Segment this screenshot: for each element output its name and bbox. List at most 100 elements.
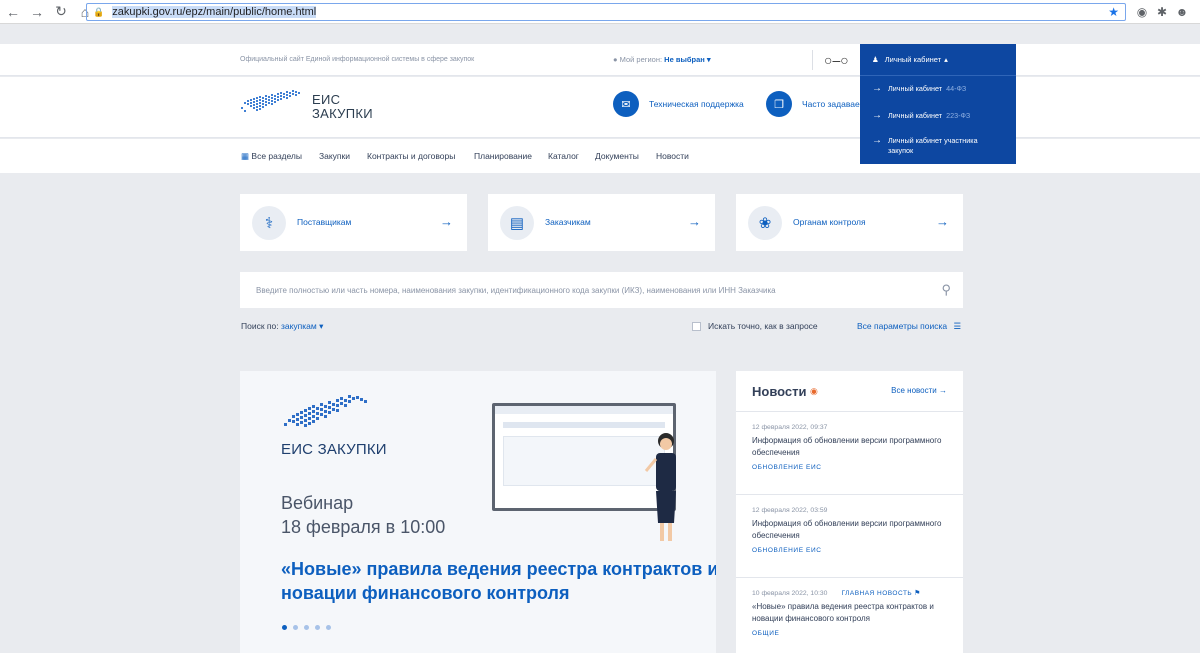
menu-item-catalog[interactable]: Каталог <box>548 151 579 161</box>
carousel-dot[interactable] <box>304 625 309 630</box>
site-note: Официальный сайт Единой информационной с… <box>240 56 475 63</box>
handshake-icon: ⚕ <box>252 206 286 240</box>
top-info-bar: Официальный сайт Единой информационной с… <box>0 44 1200 76</box>
mail-icon[interactable]: ✉ <box>613 91 639 117</box>
menu-item-documents[interactable]: Документы <box>595 151 639 161</box>
cabinet-item-223[interactable]: → Личный кабинет 223-ФЗ <box>872 111 970 121</box>
banner-webinar: Вебинар <box>281 493 354 513</box>
forward-icon[interactable]: → <box>26 1 48 23</box>
divider <box>736 577 963 578</box>
address-bar[interactable]: 🔒 zakupki.gov.ru/epz/main/public/home.ht… <box>86 3 1126 21</box>
news-tag[interactable]: ОБНОВЛЕНИЕ ЕИС <box>752 464 952 471</box>
news-date-row: 10 февраля 2022, 10:30 ГЛАВНАЯ НОВОСТЬ ⚑ <box>752 589 952 597</box>
logo-line2: ЗАКУПКИ <box>312 106 373 121</box>
building-icon: ▤ <box>500 206 534 240</box>
support-link[interactable]: Техническая поддержка <box>649 99 744 109</box>
cabinet-item-44[interactable]: → Личный кабинет 44-ФЗ <box>872 84 966 94</box>
news-item[interactable]: 12 февраля 2022, 03:59 Информация об обн… <box>752 507 952 554</box>
divider <box>736 494 963 495</box>
search-by-label: Поиск по: <box>241 321 279 331</box>
main-news-label: ГЛАВНАЯ НОВОСТЬ <box>841 590 913 597</box>
card-label: Заказчикам <box>545 217 591 227</box>
card-suppliers[interactable]: ⚕ Поставщикам → <box>240 194 467 251</box>
divider <box>812 50 813 70</box>
windows-icon[interactable]: ❐ <box>766 91 792 117</box>
rss-icon[interactable]: ◉ <box>810 386 818 397</box>
webinar-banner[interactable]: ЕИС ЗАКУПКИ Вебинар 18 февраля в 10:00 «… <box>240 371 716 653</box>
news-item[interactable]: 10 февраля 2022, 10:30 ГЛАВНАЯ НОВОСТЬ ⚑ … <box>752 589 952 637</box>
news-tag[interactable]: ОБНОВЛЕНИЕ ЕИС <box>752 547 952 554</box>
menu-item-contracts[interactable]: Контракты и договоры <box>367 151 455 161</box>
user-icon: ♟ <box>872 55 879 64</box>
arrow-right-icon: → <box>872 110 882 121</box>
exact-match-checkbox[interactable] <box>692 322 701 331</box>
carousel-dot[interactable] <box>282 625 287 630</box>
bookmark-star-icon[interactable]: ★ <box>1108 5 1119 19</box>
browser-toolbar: ← → ↻ ⌂ 🔒 zakupki.gov.ru/epz/main/public… <box>0 0 1200 24</box>
lock-icon: 🔒 <box>93 6 105 17</box>
url-text: zakupki.gov.ru/epz/main/public/home.html <box>112 6 317 18</box>
news-panel: Новости ◉ Все новости → 12 февраля 2022,… <box>736 371 963 653</box>
reload-icon[interactable]: ↻ <box>50 1 72 23</box>
arrow-right-icon: → <box>688 214 701 229</box>
news-date: 12 февраля 2022, 03:59 <box>752 507 828 514</box>
news-tag[interactable]: ОБЩИЕ <box>752 630 952 637</box>
search-icon[interactable]: ⚲ <box>941 282 951 298</box>
puzzle-icon[interactable]: ✱ <box>1154 4 1170 20</box>
menu-item-all-sections[interactable]: ▦ Все разделы <box>241 151 302 162</box>
news-item-title[interactable]: Информация об обновлении версии программ… <box>752 435 952 459</box>
divider <box>736 411 963 412</box>
main-menu: ▦ Все разделы Закупки Контракты и догово… <box>0 139 1200 173</box>
region-selector[interactable]: ● Мой регион: Не выбран ▾ <box>613 55 711 64</box>
card-label: Органам контроля <box>793 217 866 227</box>
cabinet-toggle[interactable]: ♟ Личный кабинет ▴ <box>860 44 1016 76</box>
arrow-right-icon: → <box>872 83 882 94</box>
search-placeholder: Введите полностью или часть номера, наим… <box>256 286 776 295</box>
search-input[interactable]: Введите полностью или часть номера, наим… <box>240 272 963 308</box>
news-date: 12 февраля 2022, 09:37 <box>752 424 828 431</box>
news-item-title[interactable]: Информация об обновлении версии программ… <box>752 518 952 542</box>
search-by-select[interactable]: закупкам ▾ <box>281 321 323 331</box>
cabinet-item-participant[interactable]: → Личный кабинет участника закупок <box>872 136 992 156</box>
carousel-dot[interactable] <box>293 625 298 630</box>
carousel-dot[interactable] <box>315 625 320 630</box>
profile-icon[interactable]: ☻ <box>1174 4 1190 20</box>
logo-text[interactable]: ЕИС ЗАКУПКИ <box>312 93 373 121</box>
menu-item-news[interactable]: Новости <box>656 151 689 161</box>
carousel-dots <box>282 625 331 630</box>
extension-icon[interactable]: ◉ <box>1134 4 1150 20</box>
carousel-dot[interactable] <box>326 625 331 630</box>
exact-match-label[interactable]: Искать точно, как в запросе <box>708 321 818 331</box>
search-by: Поиск по: закупкам ▾ <box>241 321 323 332</box>
news-title: Новости <box>752 384 807 399</box>
card-control-bodies[interactable]: ❀ Органам контроля → <box>736 194 963 251</box>
menu-item-purchases[interactable]: Закупки <box>319 151 350 161</box>
caret-up-icon: ▴ <box>944 55 948 64</box>
all-news-link[interactable]: Все новости → <box>891 386 947 395</box>
arrow-right-icon: → <box>440 214 453 229</box>
region-label: Мой регион: <box>619 55 663 64</box>
region-value[interactable]: Не выбран <box>664 55 705 64</box>
personal-cabinet-dropdown: ♟ Личный кабинет ▴ → Личный кабинет 44-ФЗ… <box>860 44 1016 164</box>
news-item[interactable]: 12 февраля 2022, 09:37 Информация об обн… <box>752 424 952 471</box>
faq-link[interactable]: Часто задаваем <box>802 99 866 109</box>
banner-map-logo <box>284 395 367 427</box>
banner-title: «Новые» правила ведения реестра контракт… <box>281 559 716 603</box>
filter-icon: ☰ <box>953 321 962 331</box>
emblem-icon: ❀ <box>748 206 782 240</box>
banner-date: 18 февраля в 10:00 <box>281 517 446 537</box>
news-item-title[interactable]: «Новые» правила ведения реестра контракт… <box>752 601 952 625</box>
back-icon[interactable]: ← <box>2 1 24 23</box>
presenter-illustration <box>644 433 676 541</box>
site-header: ЕИС ЗАКУПКИ ✉ Техническая поддержка ❐ Ча… <box>0 77 1200 138</box>
menu-item-planning[interactable]: Планирование <box>474 151 532 161</box>
glasses-icon[interactable]: ○–○ <box>824 52 849 68</box>
russia-map-logo[interactable] <box>240 88 304 122</box>
card-customers[interactable]: ▤ Заказчикам → <box>488 194 715 251</box>
arrow-right-icon: → <box>872 135 882 146</box>
sections-icon: ▦ <box>241 151 250 161</box>
all-search-params-link[interactable]: Все параметры поиска ☰ <box>857 321 961 332</box>
card-label: Поставщикам <box>297 217 352 227</box>
chevron-down-icon: ▾ <box>706 55 711 64</box>
cabinet-header-label: Личный кабинет <box>884 55 942 64</box>
